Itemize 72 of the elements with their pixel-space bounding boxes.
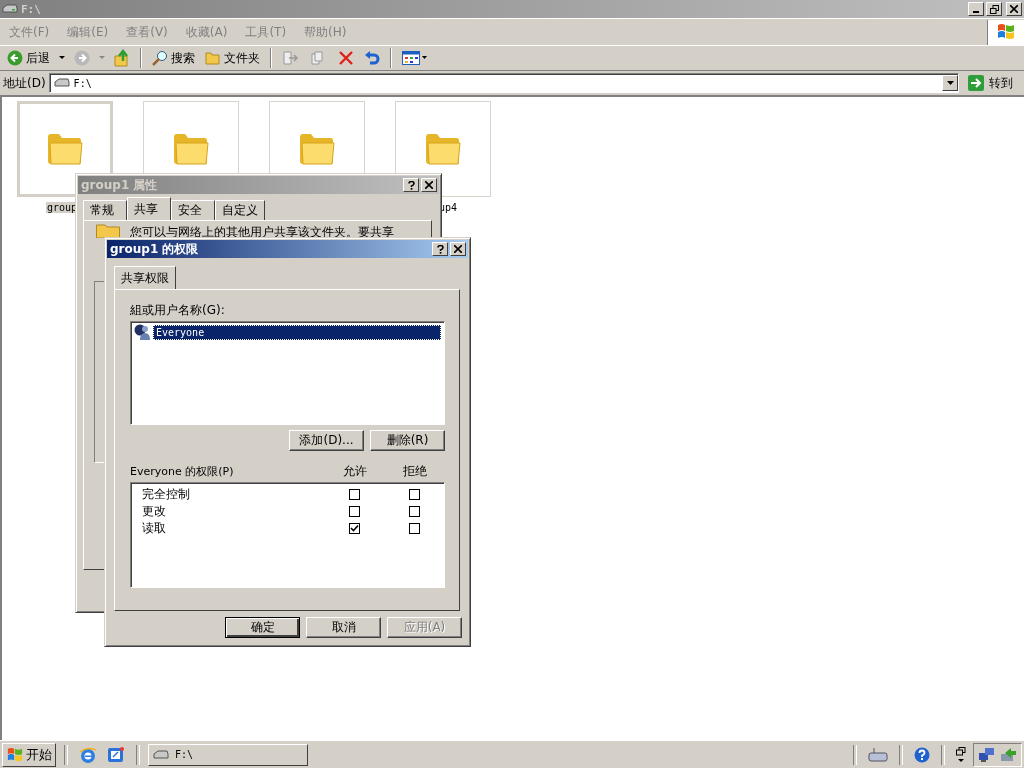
restore-button[interactable] <box>986 2 1002 16</box>
deny-checkbox[interactable] <box>408 523 420 534</box>
dialog-button[interactable]: 取消 <box>306 617 381 638</box>
folders-button[interactable]: 文件夹 <box>202 47 263 69</box>
close-button[interactable] <box>421 178 437 192</box>
back-icon <box>7 50 23 66</box>
tab[interactable]: 安全 <box>171 200 215 220</box>
desktop-icon[interactable] <box>107 745 125 764</box>
restore-icon <box>989 4 999 14</box>
column-header: 拒绝 <box>402 463 428 480</box>
close-icon <box>425 181 433 189</box>
users-label: 組或用户名称(G): <box>130 302 226 319</box>
column-header: 允许 <box>342 463 368 480</box>
arrow-icon <box>968 75 984 91</box>
restore-down-icon[interactable] <box>956 746 966 763</box>
caret-icon <box>946 81 954 85</box>
dialog-title: group1 属性 <box>81 176 158 194</box>
windows-logo <box>6 746 24 763</box>
sharing-description: 您可以与网络上的其他用户共享该文件夹。要共享 <box>130 224 394 241</box>
search-button[interactable]: 搜索 <box>149 47 198 69</box>
remove-button[interactable]: 删除(R) <box>370 430 445 451</box>
add-button[interactable]: 添加(D)... <box>289 430 364 451</box>
folder-icon <box>423 131 462 167</box>
network-icon[interactable] <box>978 746 996 763</box>
window-title: F:\ <box>21 2 41 16</box>
allow-checkbox[interactable] <box>348 523 360 534</box>
help-button[interactable] <box>432 242 448 256</box>
permission-name: 读取 <box>142 520 167 537</box>
go-button[interactable]: 转到 <box>962 74 1021 92</box>
delete-icon[interactable] <box>338 50 354 66</box>
user-group-icon <box>134 324 152 340</box>
close-icon <box>1010 5 1018 13</box>
help-icon[interactable] <box>914 746 930 763</box>
permission-name: 更改 <box>142 503 167 520</box>
user-item[interactable]: Everyone <box>153 324 441 340</box>
tab[interactable]: 自定义 <box>215 200 265 220</box>
close-button[interactable] <box>450 242 466 256</box>
drive-icon <box>153 749 169 760</box>
dialog-title: group1 的权限 <box>110 240 199 258</box>
minimize-button[interactable] <box>968 2 984 16</box>
close-icon <box>454 245 462 253</box>
help-button[interactable] <box>403 178 419 192</box>
help-icon <box>436 244 444 254</box>
drive-icon <box>53 78 70 88</box>
folder-icon <box>45 131 84 167</box>
folder-icon <box>205 51 221 65</box>
deny-checkbox[interactable] <box>408 506 420 517</box>
close-button[interactable] <box>1006 2 1022 16</box>
start-button[interactable]: 开始 <box>2 742 56 767</box>
undo-icon[interactable] <box>364 50 380 66</box>
permissions-label: Everyone 的权限(P) <box>130 464 235 479</box>
drive-icon <box>2 4 18 14</box>
permission-name: 完全控制 <box>142 486 191 503</box>
keyboard-icon[interactable] <box>868 746 888 763</box>
help-icon <box>407 180 415 190</box>
dropdown-button[interactable] <box>942 75 958 91</box>
tab[interactable]: 共享权限 <box>114 266 176 289</box>
browser-icon[interactable] <box>79 745 97 764</box>
allow-checkbox[interactable] <box>348 489 360 500</box>
views-icon[interactable] <box>402 51 428 65</box>
allow-checkbox[interactable] <box>348 506 360 517</box>
tab[interactable]: 共享 <box>127 197 171 220</box>
back-button[interactable]: 后退 <box>4 47 53 69</box>
folder-icon <box>297 131 336 167</box>
search-icon <box>152 50 168 66</box>
caret-icon[interactable] <box>59 56 65 60</box>
folder-icon <box>171 131 210 167</box>
deny-checkbox[interactable] <box>408 489 420 500</box>
address-field[interactable]: F:\ <box>48 73 959 93</box>
dialog-button[interactable]: 确定 <box>225 617 300 638</box>
taskbar-button[interactable]: F:\ <box>148 743 308 766</box>
address-label: 地址(D) <box>3 74 46 92</box>
